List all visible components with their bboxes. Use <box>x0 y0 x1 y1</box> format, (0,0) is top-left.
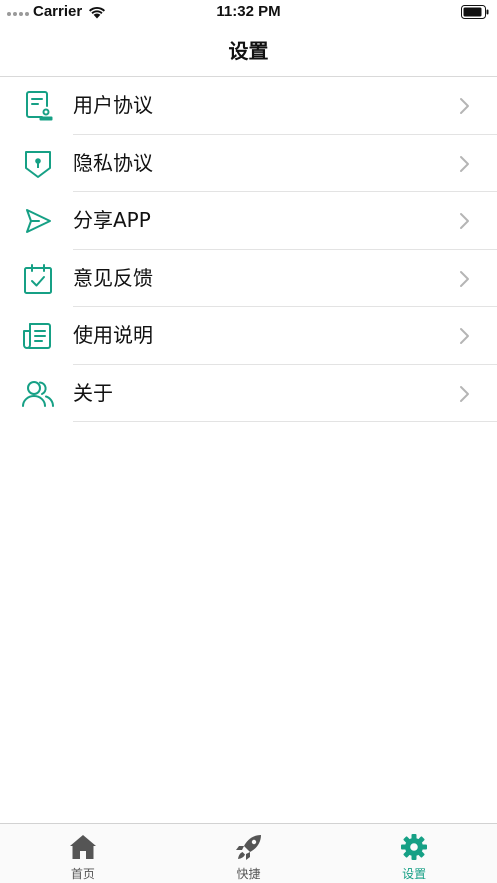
settings-item-about[interactable]: 关于 <box>0 365 497 422</box>
tab-bar: 首页 快捷 设置 <box>0 823 497 883</box>
chevron-right-icon <box>460 328 469 344</box>
chevron-right-icon <box>460 98 469 114</box>
document-lines-icon <box>23 323 51 349</box>
chevron-right-icon <box>460 213 469 229</box>
battery-icon <box>461 5 489 19</box>
settings-item-label: 隐私协议 <box>73 150 153 175</box>
row-divider <box>73 421 497 422</box>
send-icon <box>26 209 51 233</box>
settings-item-label: 使用说明 <box>73 323 153 347</box>
tab-label: 首页 <box>70 867 95 881</box>
chevron-right-icon <box>460 270 469 287</box>
navigation-bar: 设置 <box>0 26 497 77</box>
settings-item-share-app[interactable]: 分享APP <box>0 192 497 250</box>
settings-item-instructions[interactable]: 使用说明 <box>0 307 497 365</box>
settings-screen: Carrier 11:32 PM 设置 用户协议 隐私协议 分享APP 意见反馈… <box>0 0 497 883</box>
tab-label: 快捷 <box>236 867 261 881</box>
settings-item-label: 用户协议 <box>73 93 153 117</box>
settings-item-feedback[interactable]: 意见反馈 <box>0 250 497 307</box>
chevron-right-icon <box>460 385 469 402</box>
tab-home[interactable]: 首页 <box>0 824 166 883</box>
users-icon <box>22 380 54 407</box>
clock: 11:32 PM <box>216 3 281 20</box>
page-title: 设置 <box>228 39 269 63</box>
settings-item-label: 分享APP <box>73 208 151 232</box>
tab-label: 设置 <box>402 867 427 881</box>
settings-item-label: 意见反馈 <box>73 265 153 290</box>
settings-item-user-agreement[interactable]: 用户协议 <box>0 77 497 135</box>
tab-settings[interactable]: 设置 <box>331 824 497 883</box>
settings-list: 用户协议 隐私协议 分享APP 意见反馈 使用说明 关于 <box>0 77 497 422</box>
gear-icon <box>401 834 428 860</box>
home-icon <box>69 835 96 859</box>
status-bar: Carrier 11:32 PM <box>0 0 497 26</box>
chevron-right-icon <box>460 155 469 172</box>
rocket-icon <box>235 835 261 860</box>
shield-lock-icon <box>25 150 51 178</box>
settings-item-label: 关于 <box>73 380 113 405</box>
settings-item-privacy-agreement[interactable]: 隐私协议 <box>0 135 497 192</box>
tab-shortcuts[interactable]: 快捷 <box>166 824 332 883</box>
calendar-check-icon <box>24 263 52 294</box>
document-user-icon <box>26 91 53 121</box>
